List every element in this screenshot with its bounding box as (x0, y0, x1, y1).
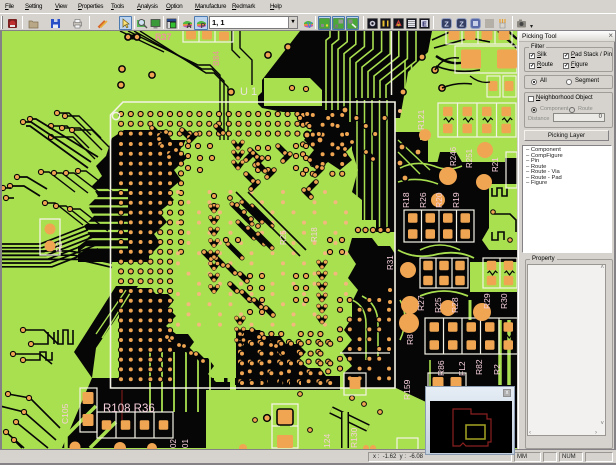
svg-text:R159: R159 (402, 379, 412, 400)
svg-text:R18: R18 (401, 192, 411, 208)
svg-text:R26: R26 (418, 192, 428, 208)
svg-text:P: P (200, 23, 205, 29)
svg-text:A: A (186, 23, 191, 29)
svg-text:FL2: FL2 (457, 361, 467, 376)
svg-text:R86: R86 (436, 360, 446, 376)
svg-text:02: 02 (169, 439, 178, 448)
svg-text:R2: R2 (55, 241, 64, 252)
svg-text:R30: R30 (499, 293, 509, 309)
svg-text:124: 124 (322, 434, 332, 448)
svg-text:R21: R21 (491, 157, 500, 172)
svg-text:V: V (307, 21, 313, 29)
svg-text:R25: R25 (433, 297, 443, 313)
svg-text:B84: B84 (211, 51, 221, 66)
svg-text:R29: R29 (482, 293, 492, 309)
svg-text:R251: R251 (465, 148, 474, 168)
svg-text:R246: R246 (449, 146, 458, 166)
svg-text:R8: R8 (405, 334, 415, 345)
svg-text:R18: R18 (310, 227, 319, 242)
svg-text:E: E (422, 21, 427, 28)
svg-text:R2: R2 (492, 364, 502, 375)
svg-text:R130: R130 (349, 427, 359, 448)
svg-text:R27: R27 (416, 295, 426, 311)
svg-text:R121: R121 (416, 109, 426, 130)
svg-text:R25: R25 (279, 230, 288, 245)
svg-text:R28: R28 (450, 297, 460, 313)
svg-text:R108 R36: R108 R36 (103, 403, 155, 415)
svg-text:U 1: U 1 (240, 86, 257, 98)
svg-text:01: 01 (181, 439, 190, 448)
svg-text:C105: C105 (60, 403, 70, 424)
svg-text:Z: Z (444, 19, 449, 28)
svg-text:R20: R20 (434, 192, 444, 208)
svg-text:R37: R37 (155, 32, 172, 42)
svg-text:R19: R19 (451, 192, 461, 208)
svg-text:R31: R31 (386, 255, 395, 270)
svg-text:R82: R82 (474, 359, 484, 375)
svg-text:Z: Z (459, 19, 464, 28)
